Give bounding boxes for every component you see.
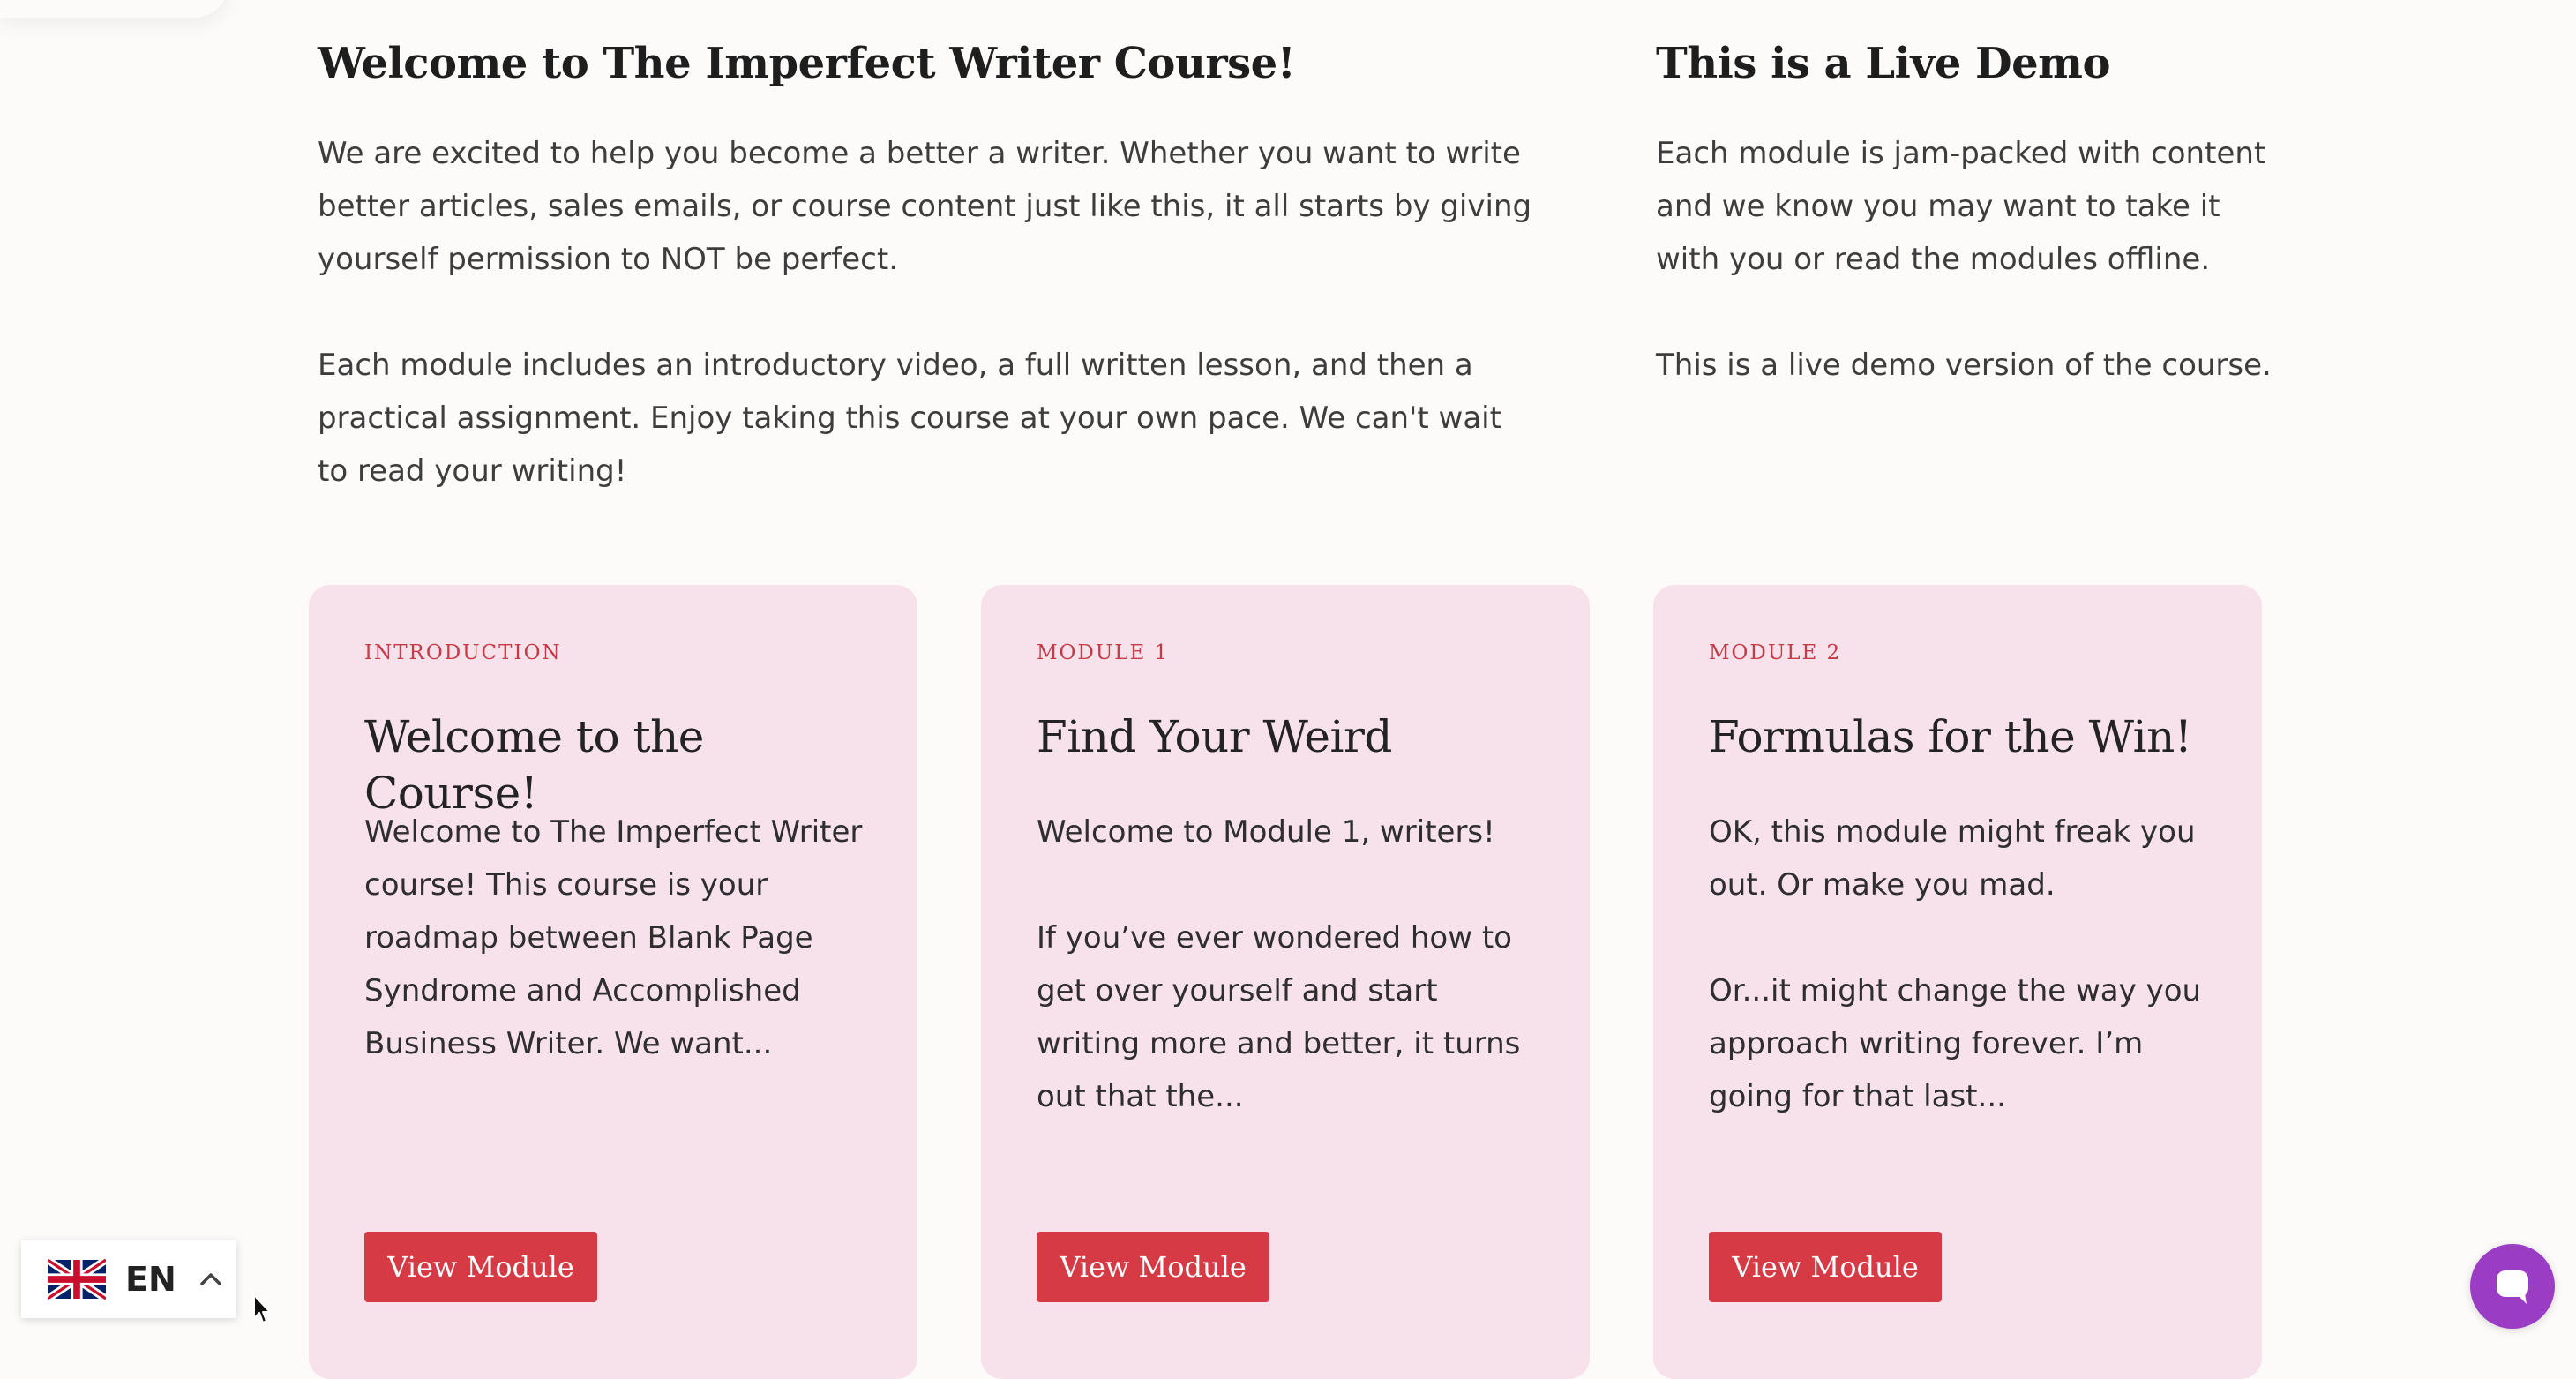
- card-title: Formulas for the Win!: [1709, 711, 2192, 762]
- language-switcher[interactable]: EN: [21, 1240, 236, 1318]
- welcome-heading: Welcome to The Imperfect Writer Course!: [318, 39, 1296, 88]
- card-excerpt-paragraph: OK, this module might freak you out. Or …: [1709, 814, 2196, 903]
- module-cards: INTRODUCTION Welcome to the Course! Welc…: [309, 585, 2262, 1379]
- welcome-paragraph-1: We are excited to help you become a bett…: [318, 136, 1532, 277]
- live-demo-heading: This is a Live Demo: [1656, 39, 2110, 88]
- welcome-paragraph-2: Each module includes an introductory vid…: [318, 348, 1501, 489]
- view-module-button[interactable]: View Module: [1037, 1232, 1269, 1302]
- intro-section: Welcome to The Imperfect Writer Course! …: [318, 0, 2272, 494]
- chat-launcher-button[interactable]: [2470, 1244, 2555, 1329]
- module-card-2: MODULE 2 Formulas for the Win! OK, this …: [1653, 585, 2262, 1379]
- view-module-button[interactable]: View Module: [364, 1232, 597, 1302]
- live-demo-paragraph-1: Each module is jam-packed with content a…: [1656, 136, 2266, 277]
- mouse-cursor-icon: [253, 1294, 271, 1323]
- card-title: Welcome to the Course!: [364, 711, 704, 819]
- chat-bubble-icon: [2497, 1270, 2528, 1304]
- view-module-button[interactable]: View Module: [1709, 1232, 1942, 1302]
- card-eyebrow: INTRODUCTION: [364, 641, 562, 664]
- card-eyebrow: MODULE 2: [1709, 641, 1842, 664]
- live-demo-column: This is a Live Demo Each module is jam-p…: [1656, 35, 2273, 392]
- card-eyebrow: MODULE 1: [1037, 641, 1170, 664]
- chevron-up-icon: [200, 1273, 221, 1285]
- welcome-column: Welcome to The Imperfect Writer Course! …: [318, 35, 1535, 498]
- language-code: EN: [125, 1260, 176, 1299]
- card-excerpt: Welcome to Module 1, writers! If you’ve …: [1037, 806, 1548, 1123]
- card-excerpt-paragraph: Or...it might change the way you approac…: [1709, 973, 2202, 1114]
- card-title: Find Your Weird: [1037, 711, 1392, 762]
- card-excerpt-paragraph: Welcome to The Imperfect Writer course! …: [364, 814, 863, 1061]
- header-shadow: [0, 0, 229, 18]
- module-card-introduction: INTRODUCTION Welcome to the Course! Welc…: [309, 585, 917, 1379]
- card-excerpt: Welcome to The Imperfect Writer course! …: [364, 806, 876, 1070]
- card-excerpt: OK, this module might freak you out. Or …: [1709, 806, 2220, 1123]
- card-excerpt-paragraph: If you’ve ever wondered how to get over …: [1037, 920, 1521, 1114]
- module-card-1: MODULE 1 Find Your Weird Welcome to Modu…: [981, 585, 1590, 1379]
- live-demo-paragraph-2: This is a live demo version of the cours…: [1656, 348, 2272, 383]
- uk-flag-icon: [48, 1258, 106, 1300]
- card-excerpt-paragraph: Welcome to Module 1, writers!: [1037, 814, 1495, 850]
